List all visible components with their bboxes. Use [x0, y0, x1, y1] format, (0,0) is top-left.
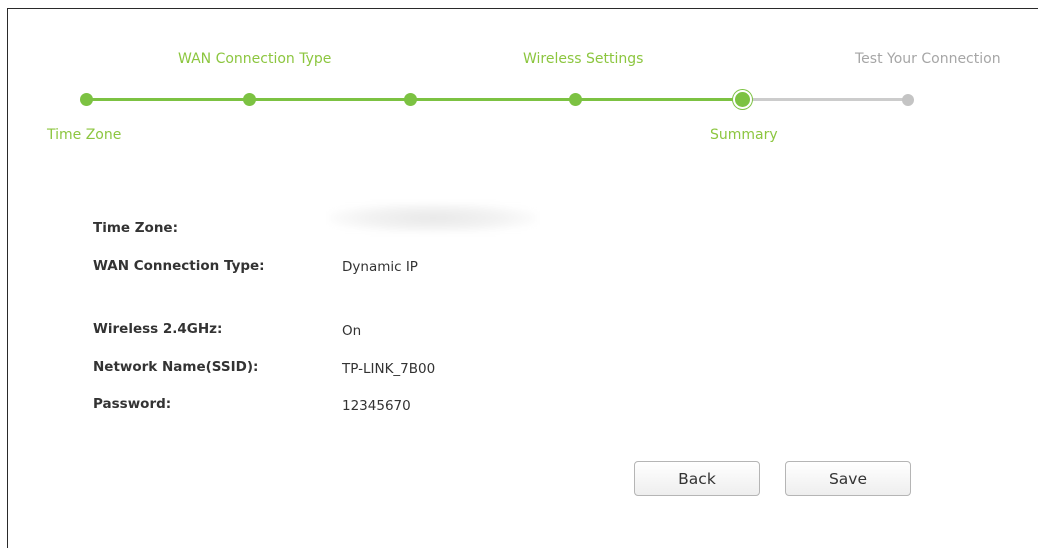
network-name-ssid-label: Network Name(SSID):	[93, 359, 259, 375]
wan-connection-type-label: WAN Connection Type:	[93, 258, 265, 274]
step-label-summary: Summary	[710, 127, 778, 143]
back-button[interactable]: Back	[634, 461, 760, 496]
step-dot-wireless-settings	[568, 93, 582, 106]
network-name-ssid-value: TP-LINK_7B00	[342, 361, 436, 377]
wan-connection-type-value: Dynamic IP	[342, 259, 418, 275]
step-label-wan-connection-type: WAN Connection Type	[178, 51, 332, 67]
time-zone-label: Time Zone:	[93, 220, 178, 236]
step-dot-wan-connection-type	[242, 93, 256, 106]
step-label-test-your-connection: Test Your Connection	[855, 51, 1001, 67]
wireless-24ghz-label: Wireless 2.4GHz:	[93, 321, 223, 337]
step-dot-step-3	[403, 93, 417, 106]
step-dot-summary-current	[734, 92, 750, 107]
time-zone-value-redacted	[330, 203, 536, 233]
step-dot-time-zone	[79, 93, 93, 106]
save-button[interactable]: Save	[785, 461, 911, 496]
password-label: Password:	[93, 396, 172, 412]
step-label-time-zone: Time Zone	[47, 127, 122, 143]
wireless-24ghz-value: On	[342, 323, 362, 339]
password-value: 12345670	[342, 398, 411, 414]
step-dot-test-your-connection	[902, 94, 914, 106]
progress-track-remaining	[742, 98, 908, 101]
step-label-wireless-settings: Wireless Settings	[523, 51, 644, 67]
